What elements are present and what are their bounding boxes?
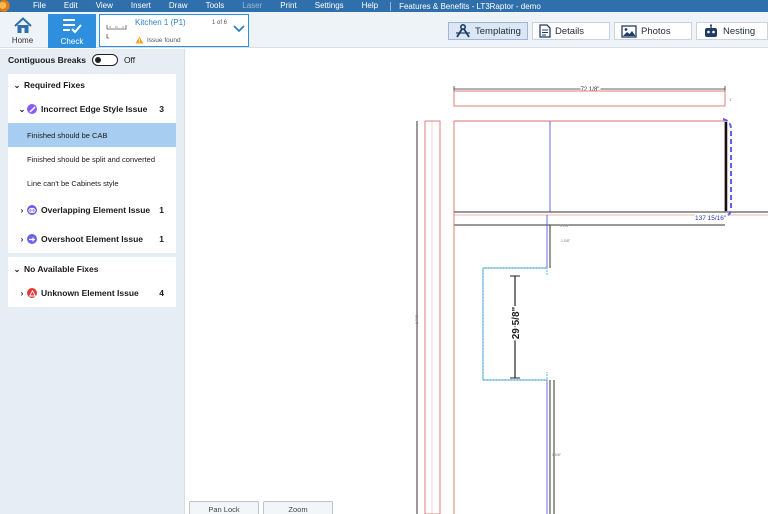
drawing-canvas[interactable]: 72 1/8" 1" 5 1/4" 2 7/8" 1 5/8" 1 5/8" 2… <box>185 49 768 514</box>
group-required-fixes[interactable]: ⌄ Required Fixes <box>8 77 176 93</box>
toolbar: Home Check Kitchen 1 (P1) 1 of 6 Issue f… <box>0 12 768 48</box>
backsplash-piece[interactable] <box>453 90 726 107</box>
issue-title: Incorrect Edge Style Issue <box>41 104 148 114</box>
fix-label: Line can't be Cabinets style <box>27 178 119 188</box>
issue-title: Overlapping Element Issue <box>41 205 151 215</box>
tab-photos[interactable]: Photos <box>614 22 692 40</box>
svg-text:1": 1" <box>729 97 733 102</box>
contiguous-breaks-toggle[interactable] <box>91 54 118 66</box>
tab-templating-label: Templating <box>475 25 521 37</box>
menu-settings[interactable]: Settings <box>306 0 353 12</box>
svg-text:1 5/8": 1 5/8" <box>552 453 562 457</box>
tab-photos-label: Photos <box>641 25 671 37</box>
fix-item-split-converted[interactable]: Finished should be split and converted <box>8 147 176 171</box>
svg-text:2 7/8": 2 7/8" <box>415 314 419 324</box>
check-list-icon <box>63 19 82 34</box>
chevron-down-icon[interactable] <box>233 25 245 33</box>
app-logo-icon[interactable] <box>0 0 10 12</box>
toggle-state-label: Off <box>123 55 136 65</box>
group-title: No Available Fixes <box>24 264 99 274</box>
menu-divider <box>390 1 392 11</box>
issue-count: 3 <box>159 104 164 114</box>
tab-nesting[interactable]: Nesting <box>696 22 768 40</box>
group-no-available-fixes[interactable]: ⌄ No Available Fixes <box>8 261 176 277</box>
chevron-down-icon: ⌄ <box>13 80 21 90</box>
page-count: 1 of 6 <box>212 20 228 26</box>
templating-drawing[interactable]: 72 1/8" 1" 5 1/4" 2 7/8" 1 5/8" 1 5/8" 2… <box>185 49 768 514</box>
fix-label: Finished should be CAB <box>27 130 108 140</box>
issue-text: Issue found <box>147 36 181 44</box>
view-tabs: Templating Details Photos Nesting <box>444 22 768 40</box>
menu-bar: File Edit View Insert Draw Tools Laser P… <box>0 0 768 12</box>
dimension-label: 72 1/8" <box>581 87 600 93</box>
no-available-fixes-panel: ⌄ No Available Fixes › Unknown Element I… <box>8 257 176 307</box>
check-button[interactable]: Check <box>48 14 96 48</box>
issue-title: Unknown Element Issue <box>41 288 139 298</box>
group-title: Required Fixes <box>24 80 85 90</box>
dimension-72: 72 1/8" <box>453 86 726 95</box>
robot-icon <box>705 24 717 37</box>
menu-tools[interactable]: Tools <box>197 0 234 12</box>
chevron-right-icon: › <box>20 205 24 215</box>
menu-laser[interactable]: Laser <box>233 0 271 12</box>
zoom-button[interactable]: Zoom <box>263 501 333 514</box>
svg-text:1 5/8": 1 5/8" <box>561 239 571 243</box>
menu-file[interactable]: File <box>24 0 55 12</box>
menu-edit[interactable]: Edit <box>55 0 87 12</box>
document-icon <box>539 24 551 38</box>
side-strip-piece[interactable] <box>416 120 441 514</box>
contiguous-breaks-label: Contiguous Breaks <box>8 55 86 65</box>
templating-icon <box>456 24 470 38</box>
issues-sidebar: Contiguous Breaks Off ⌄ Required Fixes ⌄… <box>0 49 185 514</box>
issue-count: 1 <box>159 205 164 215</box>
fix-label: Finished should be split and converted <box>27 154 155 164</box>
issue-overlapping-element[interactable]: › Overlapping Element Issue 1 <box>8 202 176 218</box>
contiguous-breaks-row: Contiguous Breaks Off <box>8 54 135 66</box>
issue-count: 1 <box>159 234 164 244</box>
required-fixes-panel: ⌄ Required Fixes ⌄ Incorrect Edge Style … <box>8 74 176 253</box>
warning-triangle-icon <box>27 288 37 298</box>
edge-style-icon <box>27 104 37 114</box>
window-title: Features & Benefits - LT3Raptor - demo <box>399 1 541 11</box>
warning-icon <box>135 36 144 44</box>
drawing-name: Kitchen 1 (P1) <box>135 18 186 27</box>
menu-view[interactable]: View <box>87 0 122 12</box>
svg-text:5 1/4": 5 1/4" <box>560 224 570 228</box>
drawing-thumbnail <box>106 25 127 39</box>
tab-details[interactable]: Details <box>532 22 610 40</box>
sink-cutout[interactable]: 29 5/8" <box>482 267 548 381</box>
issue-title: Overshoot Element Issue <box>41 234 144 244</box>
check-label: Check <box>60 37 84 46</box>
dimension-label: 29 5/8" <box>511 306 522 339</box>
fix-item-finished-cab[interactable]: Finished should be CAB <box>8 123 176 147</box>
issue-overshoot-element[interactable]: › Overshoot Element Issue 1 <box>8 231 176 247</box>
fix-item-cabinets-style[interactable]: Line can't be Cabinets style <box>8 171 176 195</box>
chevron-right-icon: › <box>20 234 24 244</box>
issue-incorrect-edge-style[interactable]: ⌄ Incorrect Edge Style Issue 3 <box>8 101 176 117</box>
home-button[interactable]: Home <box>0 12 45 48</box>
tab-templating[interactable]: Templating <box>448 22 528 40</box>
countertop-piece[interactable]: 5 1/4" 2 7/8" 1 5/8" 1 5/8" <box>415 120 768 514</box>
tab-nesting-label: Nesting <box>723 25 756 37</box>
home-icon <box>13 17 32 33</box>
drawing-selector[interactable]: Kitchen 1 (P1) 1 of 6 Issue found <box>99 14 249 47</box>
issue-count: 4 <box>159 288 164 298</box>
chevron-down-icon: ⌄ <box>18 104 26 114</box>
chevron-down-icon: ⌄ <box>13 264 21 274</box>
home-label: Home <box>11 36 34 45</box>
selected-edge[interactable] <box>722 118 732 217</box>
issue-indicator: Issue found <box>135 36 181 44</box>
tab-details-label: Details <box>555 25 585 37</box>
menu-print[interactable]: Print <box>271 0 305 12</box>
photo-icon <box>621 24 637 38</box>
chevron-right-icon: › <box>20 288 24 298</box>
menu-insert[interactable]: Insert <box>122 0 160 12</box>
overshoot-icon <box>27 234 37 244</box>
menu-draw[interactable]: Draw <box>160 0 197 12</box>
pan-lock-button[interactable]: Pan Lock <box>189 501 259 514</box>
dimension-label: 137 15/16" <box>695 215 727 222</box>
menu-help[interactable]: Help <box>353 0 387 12</box>
overlap-icon <box>27 205 37 215</box>
issue-unknown-element[interactable]: › Unknown Element Issue 4 <box>8 285 176 301</box>
